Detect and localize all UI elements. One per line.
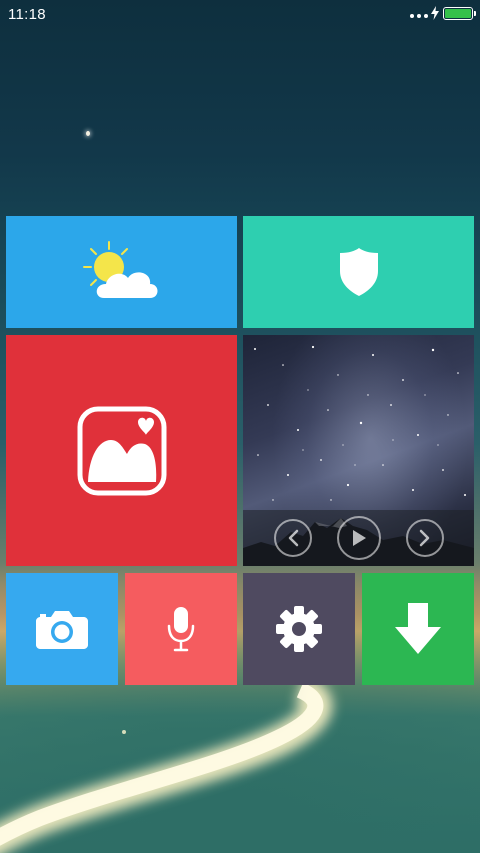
downloads-tile[interactable] [362, 573, 474, 685]
security-tile[interactable] [243, 216, 474, 328]
next-icon [419, 529, 429, 547]
download-arrow-icon [395, 603, 441, 654]
camera-icon [36, 611, 88, 649]
play-icon [352, 530, 366, 546]
gallery-heart-icon [77, 406, 166, 495]
weather-tile[interactable] [6, 216, 237, 328]
settings-tile[interactable] [243, 573, 355, 685]
previous-button[interactable] [273, 519, 312, 557]
previous-icon [288, 529, 298, 547]
more-dots-icon [410, 14, 428, 18]
play-button[interactable] [336, 516, 381, 560]
gear-icon [276, 606, 322, 652]
battery-icon [443, 7, 476, 20]
gallery-tile[interactable] [6, 335, 237, 566]
status-time: 11:18 [8, 6, 46, 23]
next-button[interactable] [405, 519, 444, 557]
status-bar: 11:18 [0, 0, 480, 28]
photo-slideshow-tile[interactable] [243, 335, 474, 566]
camera-tile[interactable] [6, 573, 118, 685]
weather-sun-cloud-icon [82, 241, 157, 298]
shield-icon [339, 248, 378, 296]
slideshow-controls [243, 510, 474, 566]
wallpaper-star [86, 131, 90, 136]
charging-bolt-icon [431, 6, 439, 20]
microphone-icon [167, 607, 195, 652]
voice-recorder-tile[interactable] [125, 573, 237, 685]
